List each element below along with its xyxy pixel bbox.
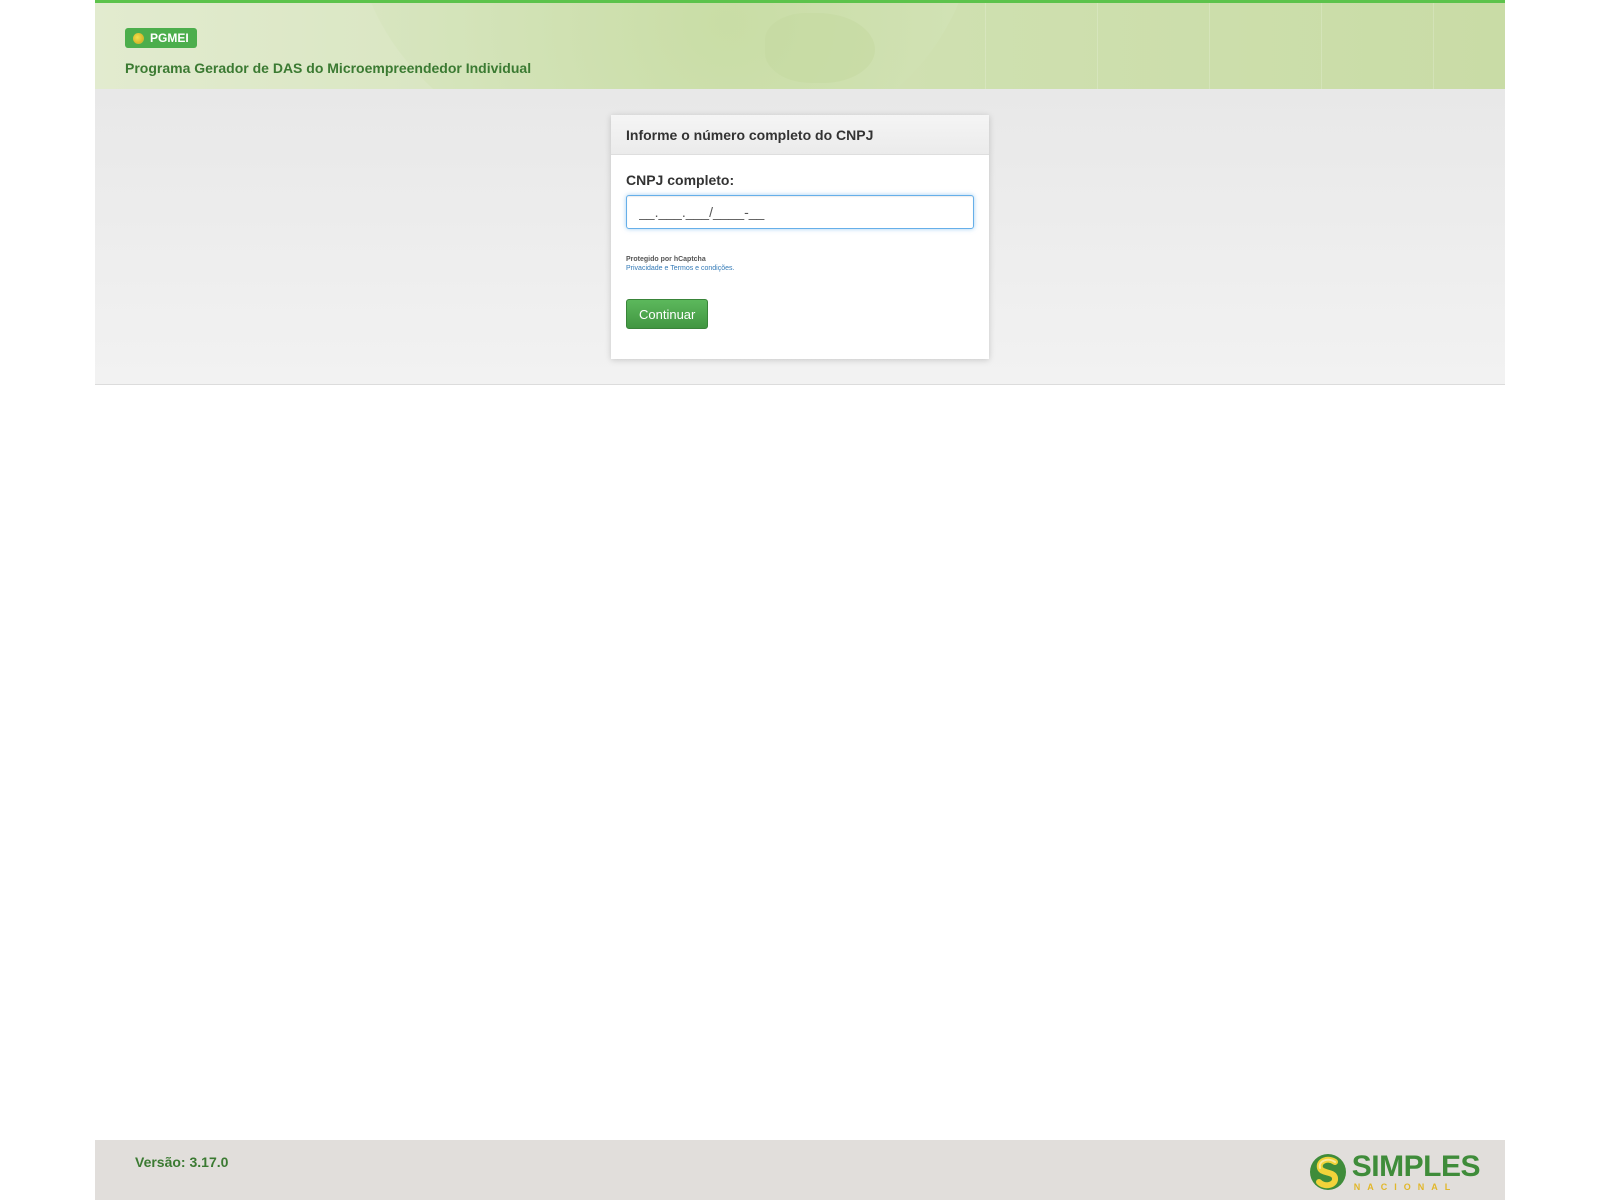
continue-button[interactable]: Continuar [626, 299, 709, 329]
pgmei-badge[interactable]: PGMEI [125, 28, 197, 48]
hcaptcha-protected-text: Protegido por hCaptcha [626, 256, 706, 263]
grid-decoration [985, 3, 1505, 89]
cnpj-input[interactable] [626, 195, 974, 229]
simples-s-icon [133, 32, 144, 44]
cnpj-label: CNPJ completo: [626, 172, 735, 188]
terms-link[interactable]: Termos e condições. [670, 265, 734, 272]
logo-sub-text: NACIONAL [1353, 1182, 1458, 1192]
card-body: CNPJ completo: Protegido por hCaptcha Pr… [611, 155, 989, 329]
simples-nacional-logo-icon [1309, 1154, 1346, 1190]
logo-main-text: SIMPLES [1351, 1150, 1481, 1183]
card-title: Informe o número completo do CNPJ [611, 115, 989, 155]
page: PGMEI Programa Gerador de DAS do Microem… [95, 0, 1505, 1200]
logo-text: SIMPLES NACIONAL [1351, 1150, 1481, 1192]
cnpj-form-card: Informe o número completo do CNPJ CNPJ c… [611, 115, 989, 359]
pgmei-badge-label: PGMEI [150, 31, 189, 45]
hcaptcha-links: Privacidade e Termos e condições. [626, 264, 974, 273]
footer: Versão: 3.17.0 SIMPLES NACIONAL [95, 1140, 1505, 1200]
version-text: Versão: 3.17.0 [135, 1154, 229, 1170]
privacy-link[interactable]: Privacidade [626, 265, 663, 272]
header-banner: PGMEI Programa Gerador de DAS do Microem… [95, 0, 1505, 89]
simples-nacional-logo[interactable]: SIMPLES NACIONAL [1308, 1150, 1481, 1192]
captcha-separator: e [664, 265, 669, 272]
content-band: Informe o número completo do CNPJ CNPJ c… [95, 89, 1505, 385]
page-title: Programa Gerador de DAS do Microempreend… [125, 60, 532, 76]
continent-decoration [765, 13, 875, 83]
hcaptcha-notice: Protegido por hCaptcha Privacidade e Ter… [626, 255, 974, 273]
